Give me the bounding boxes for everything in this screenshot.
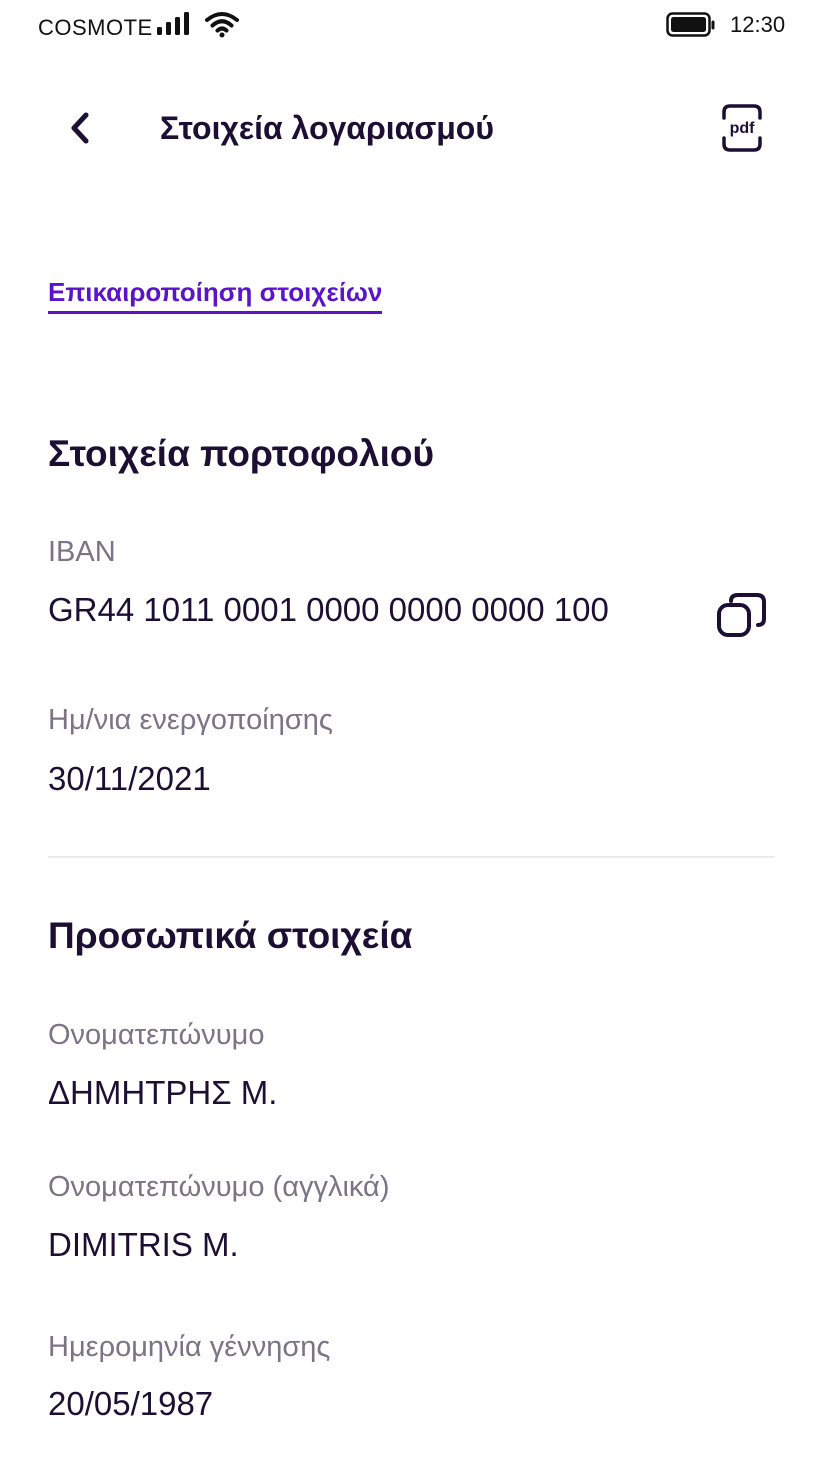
status-time: 12:30 (730, 12, 786, 37)
copy-icon (717, 593, 766, 637)
activation-date-label: Ημ/νια ενεργοποίησης (48, 704, 333, 736)
back-button[interactable] (60, 108, 100, 148)
carrier-name: COSMOTE (38, 15, 153, 40)
status-bar: COSMOTE 12:30 (0, 0, 822, 56)
app-header: Στοιχεία λογαριασμού pdf (0, 90, 822, 170)
chevron-left-icon (71, 112, 89, 144)
fullname-value: ΔΗΜΗΤΡΗΣ Μ. (48, 1074, 278, 1111)
birthdate-label: Ημερομηνία γέννησης (48, 1331, 331, 1363)
fullname-english-label: Ονοματεπώνυμο (αγγλικά) (48, 1171, 390, 1203)
section-divider (48, 856, 774, 858)
wifi-icon (205, 12, 239, 38)
fullname-english-value: DIMITRIS M. (48, 1226, 239, 1263)
portfolio-section-title: Στοιχεία πορτοφολιού (48, 433, 435, 474)
iban-value: GR44 1011 0001 0000 0000 0000 100 (48, 591, 609, 628)
page-title: Στοιχεία λογαριασμού (160, 110, 494, 146)
copy-iban-button[interactable] (714, 588, 770, 644)
signal-icon (157, 12, 189, 35)
update-details-link[interactable]: Επικαιροποίηση στοιχείων (48, 277, 383, 314)
battery-icon (666, 12, 715, 37)
birthdate-value: 20/05/1987 (48, 1385, 214, 1422)
activation-date-value: 30/11/2021 (48, 760, 211, 797)
pdf-icon: pdf (722, 104, 762, 152)
fullname-label: Ονοματεπώνυμο (48, 1019, 265, 1051)
iban-label: IBAN (48, 536, 116, 568)
pdf-icon-label: pdf (730, 120, 756, 137)
pdf-download-button[interactable]: pdf (718, 102, 766, 154)
personal-section-title: Προσωπικά στοιχεία (48, 915, 413, 956)
